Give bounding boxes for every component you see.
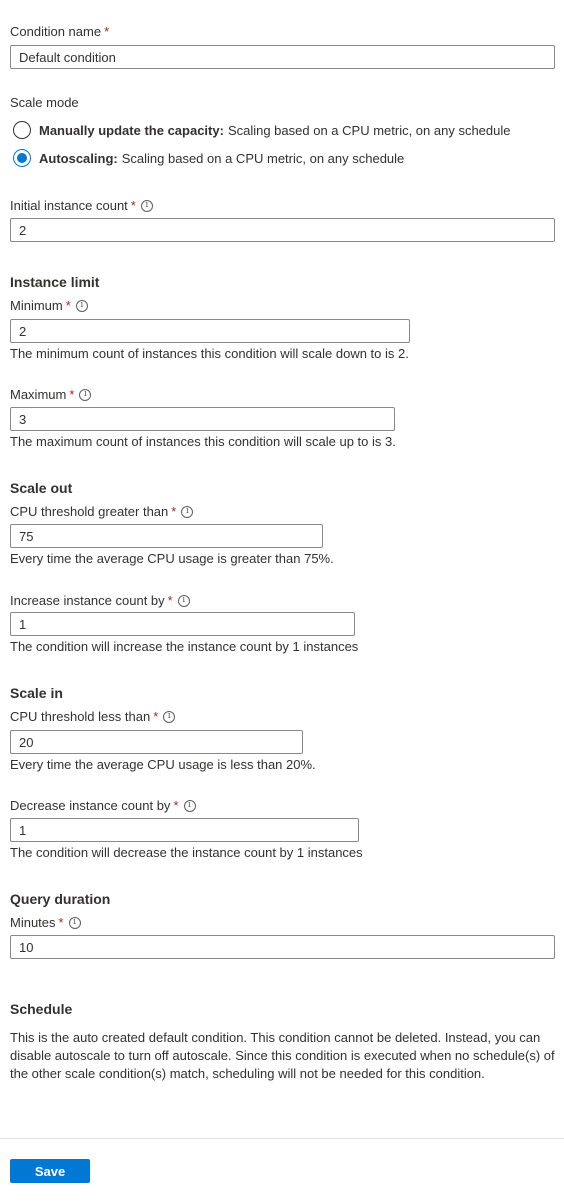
schedule-heading: Schedule: [10, 1001, 73, 1017]
info-icon[interactable]: i: [177, 594, 190, 607]
scale-in-heading: Scale in: [10, 685, 63, 701]
minimum-label-text: Minimum: [10, 298, 63, 313]
required-asterisk: *: [153, 709, 159, 724]
required-asterisk: *: [171, 504, 177, 519]
minutes-label: Minutes * i: [10, 915, 81, 930]
cpu-threshold-greater-help-text: Every time the average CPU usage is grea…: [10, 551, 334, 566]
radio-autoscaling-description: Scaling based on a CPU metric, on any sc…: [121, 150, 405, 166]
initial-instance-count-input[interactable]: [10, 218, 555, 242]
radio-unchecked-icon[interactable]: [13, 121, 31, 139]
radio-manual-title: Manually update the capacity:: [39, 122, 224, 138]
cpu-threshold-less-label-text: CPU threshold less than: [10, 709, 151, 724]
cpu-threshold-greater-label: CPU threshold greater than * i: [10, 504, 194, 519]
cpu-threshold-less-input[interactable]: [10, 730, 303, 754]
initial-instance-count-label: Initial instance count * i: [10, 198, 153, 213]
radio-autoscaling-title: Autoscaling:: [39, 150, 118, 166]
cpu-threshold-greater-label-text: CPU threshold greater than: [10, 504, 169, 519]
increase-instance-count-label-text: Increase instance count by: [10, 593, 165, 608]
info-icon[interactable]: i: [68, 916, 81, 929]
schedule-description: This is the auto created default conditi…: [10, 1030, 555, 1081]
minimum-label: Minimum * i: [10, 298, 88, 313]
decrease-instance-count-label-text: Decrease instance count by: [10, 798, 171, 813]
radio-checked-icon[interactable]: [13, 149, 31, 167]
radio-autoscaling[interactable]: Autoscaling: Scaling based on a CPU metr…: [13, 149, 404, 167]
condition-name-label-text: Condition name: [10, 24, 102, 39]
save-button[interactable]: Save: [10, 1159, 90, 1183]
footer-divider: [0, 1138, 564, 1139]
minutes-label-text: Minutes: [10, 915, 56, 930]
decrease-instance-count-label: Decrease instance count by * i: [10, 798, 196, 813]
maximum-input[interactable]: [10, 407, 395, 431]
cpu-threshold-greater-input[interactable]: [10, 524, 323, 548]
decrease-instance-count-input[interactable]: [10, 818, 359, 842]
info-icon[interactable]: i: [181, 505, 194, 518]
radio-dot: [17, 153, 27, 163]
minimum-input[interactable]: [10, 319, 410, 343]
required-asterisk: *: [104, 24, 110, 39]
instance-limit-heading: Instance limit: [10, 274, 100, 290]
info-icon[interactable]: i: [140, 199, 153, 212]
required-asterisk: *: [69, 387, 75, 402]
required-asterisk: *: [167, 593, 173, 608]
cpu-threshold-less-help-text: Every time the average CPU usage is less…: [10, 757, 316, 772]
maximum-label: Maximum * i: [10, 387, 92, 402]
cpu-threshold-less-label: CPU threshold less than * i: [10, 709, 176, 724]
maximum-label-text: Maximum: [10, 387, 67, 402]
minimum-help-text: The minimum count of instances this cond…: [10, 346, 409, 361]
increase-instance-count-input[interactable]: [10, 612, 355, 636]
maximum-help-text: The maximum count of instances this cond…: [10, 434, 396, 449]
condition-name-input[interactable]: [10, 45, 555, 69]
increase-instance-count-help-text: The condition will increase the instance…: [10, 639, 359, 654]
required-asterisk: *: [58, 915, 64, 930]
scale-out-heading: Scale out: [10, 480, 73, 496]
required-asterisk: *: [130, 198, 136, 213]
required-asterisk: *: [173, 798, 179, 813]
minutes-input[interactable]: [10, 935, 555, 959]
query-duration-heading: Query duration: [10, 891, 111, 907]
condition-name-label: Condition name *: [10, 24, 109, 39]
increase-instance-count-label: Increase instance count by * i: [10, 593, 190, 608]
info-icon[interactable]: i: [79, 388, 92, 401]
initial-instance-count-label-text: Initial instance count: [10, 198, 128, 213]
decrease-instance-count-help-text: The condition will decrease the instance…: [10, 845, 363, 860]
scale-mode-label: Scale mode: [10, 95, 79, 110]
info-icon[interactable]: i: [183, 799, 196, 812]
info-icon[interactable]: i: [75, 299, 88, 312]
radio-manual-capacity[interactable]: Manually update the capacity: Scaling ba…: [13, 121, 510, 139]
info-icon[interactable]: i: [163, 710, 176, 723]
radio-manual-description: Scaling based on a CPU metric, on any sc…: [227, 122, 511, 138]
required-asterisk: *: [65, 298, 71, 313]
